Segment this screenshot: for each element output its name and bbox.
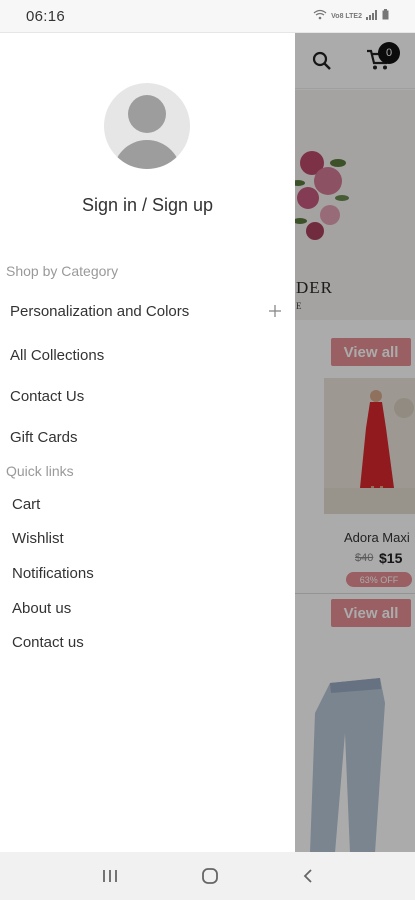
recent-apps-icon[interactable]	[101, 868, 119, 884]
sign-in-link[interactable]: Sign in / Sign up	[0, 195, 295, 216]
avatar-head	[128, 95, 166, 133]
nav-item-all-collections[interactable]: All Collections	[10, 347, 104, 364]
quick-link-wishlist[interactable]: Wishlist	[12, 530, 64, 547]
back-icon[interactable]	[302, 868, 314, 884]
signal-icon	[366, 7, 378, 25]
section-label-shop-by-category: Shop by Category	[6, 263, 119, 279]
navigation-drawer: Sign in / Sign up Shop by Category Perso…	[0, 33, 295, 852]
quick-link-cart[interactable]: Cart	[12, 496, 40, 513]
system-navigation-bar	[0, 852, 415, 900]
avatar-body	[113, 140, 181, 169]
plus-icon[interactable]	[269, 301, 281, 322]
status-icons: Vo8 LTE2	[313, 7, 389, 25]
status-bar: 06:16 Vo8 LTE2	[0, 0, 415, 33]
nav-item-contact-us[interactable]: Contact Us	[10, 388, 84, 405]
quick-link-contact-us[interactable]: Contact us	[12, 634, 84, 651]
battery-icon	[382, 7, 389, 25]
nav-item-personalization[interactable]: Personalization and Colors	[10, 303, 189, 320]
nav-item-gift-cards[interactable]: Gift Cards	[10, 429, 78, 446]
volte-label: Vo8 LTE2	[331, 12, 362, 20]
wifi-icon	[313, 7, 327, 25]
status-time: 06:16	[26, 7, 66, 25]
quick-link-about-us[interactable]: About us	[12, 600, 71, 617]
quick-link-notifications[interactable]: Notifications	[12, 565, 94, 582]
avatar[interactable]	[104, 83, 190, 169]
home-icon[interactable]	[201, 867, 219, 885]
section-label-quick-links: Quick links	[6, 463, 74, 479]
